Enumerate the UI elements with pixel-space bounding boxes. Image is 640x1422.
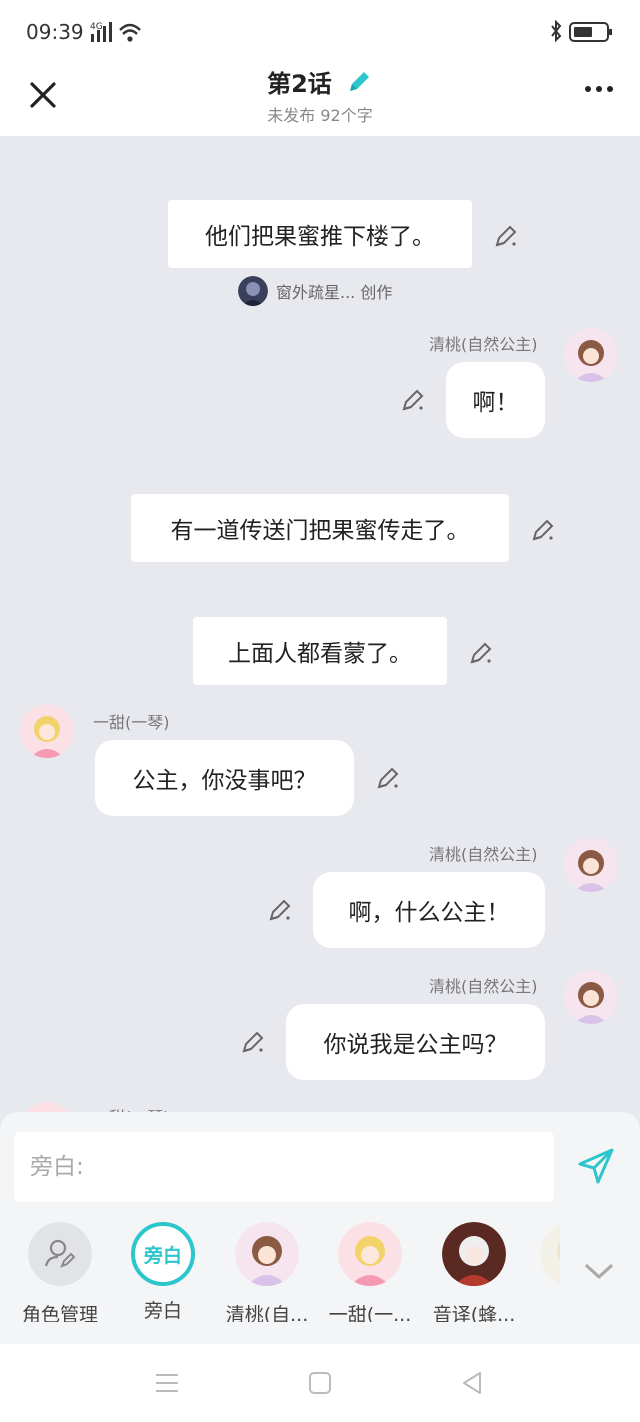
message-text: 有一道传送门把果蜜传走了。 — [170, 518, 470, 544]
message-text: 你说我是公主吗？ — [323, 1032, 508, 1058]
character-avatar — [338, 1222, 402, 1286]
avatar[interactable] — [20, 704, 74, 758]
role-character[interactable]: 莹 — [522, 1222, 560, 1322]
speaker-name: 一甜(一琴) — [93, 713, 170, 732]
role-label: 一甜(一... — [328, 1304, 412, 1322]
message-text: 他们把果蜜推下楼了。 — [205, 224, 435, 250]
avatar[interactable] — [564, 328, 618, 382]
edit-pencil-icon[interactable] — [493, 223, 519, 249]
avatar[interactable] — [564, 838, 618, 892]
more-icon[interactable] — [584, 82, 614, 96]
message-text: 啊，什么公主！ — [348, 900, 510, 926]
role-manage[interactable]: 角色管理 — [10, 1222, 110, 1322]
signal-icon: 4G — [90, 22, 141, 42]
speaker-name: 清桃(自然公主) — [429, 977, 538, 996]
chevron-down-icon[interactable] — [584, 1262, 614, 1282]
speaker-name: 清桃(自然公主) — [429, 845, 538, 864]
edit-pencil-icon[interactable] — [375, 765, 401, 791]
narration-bubble[interactable]: 他们把果蜜推下楼了。 — [168, 200, 472, 268]
speaker-name: 清桃(自然公主) — [429, 335, 538, 354]
role-label: 旁白 — [143, 1300, 182, 1322]
message-bubble[interactable]: 啊，什么公主！ — [313, 872, 545, 948]
edit-title-icon[interactable] — [345, 68, 373, 96]
chat-area[interactable]: 他们把果蜜推下楼了。 窗外疏星... 创作 清桃(自然公主) 啊！ 有一道传送门… — [0, 136, 640, 1114]
network-type: 4G — [90, 22, 103, 32]
narrator-icon-text: 旁白 — [143, 1244, 182, 1267]
home-icon[interactable] — [307, 1370, 333, 1396]
character-avatar — [540, 1224, 560, 1284]
character-avatar — [442, 1222, 506, 1286]
message-bubble[interactable]: 啊！ — [446, 362, 545, 438]
edit-pencil-icon[interactable] — [400, 387, 426, 413]
message-bubble[interactable]: 公主，你没事吧？ — [95, 740, 354, 816]
role-label: 清桃(自... — [225, 1304, 309, 1322]
role-label: 角色管理 — [21, 1304, 98, 1322]
edit-pencil-icon[interactable] — [267, 897, 293, 923]
word-count: 未发布 92个字 — [267, 106, 373, 125]
composer-panel: 角色管理 旁白 旁白 清桃(自... 一甜(一... 音译(蜂... — [0, 1112, 640, 1344]
send-icon[interactable] — [576, 1146, 616, 1186]
author-name: 窗外疏星... 创作 — [276, 283, 393, 302]
message-text: 上面人都看蒙了。 — [228, 641, 412, 667]
role-character[interactable]: 一甜(一... — [320, 1222, 420, 1322]
role-character[interactable]: 清桃(自... — [217, 1222, 317, 1322]
author-avatar — [238, 276, 268, 306]
battery-icon — [551, 19, 612, 43]
narration-bubble[interactable]: 有一道传送门把果蜜传走了。 — [131, 494, 509, 562]
message-text: 啊！ — [472, 390, 519, 416]
menu-icon[interactable] — [154, 1370, 180, 1396]
message-bubble[interactable]: 你说我是公主吗？ — [286, 1004, 545, 1080]
author-credit[interactable]: 窗外疏星... 创作 — [238, 276, 392, 306]
edit-pencil-icon[interactable] — [530, 517, 556, 543]
edit-pencil-icon[interactable] — [240, 1029, 266, 1055]
message-input[interactable] — [14, 1132, 554, 1202]
status-bar: 09:39 4G — [0, 0, 640, 60]
role-label: 莹 — [522, 1300, 560, 1322]
title-area: 第2话 — [0, 64, 640, 99]
avatar[interactable] — [564, 970, 618, 1024]
role-character[interactable]: 音译(蜂... — [424, 1222, 524, 1322]
role-selector: 角色管理 旁白 旁白 清桃(自... 一甜(一... 音译(蜂... — [0, 1222, 560, 1322]
narration-bubble[interactable]: 上面人都看蒙了。 — [193, 617, 447, 685]
message-text: 公主，你没事吧？ — [132, 768, 317, 794]
header: 第2话 未发布 92个字 — [0, 60, 640, 136]
back-icon[interactable] — [460, 1370, 486, 1396]
page-title: 第2话 — [267, 70, 332, 98]
narrator-icon: 旁白 — [131, 1222, 195, 1286]
user-edit-icon — [28, 1222, 92, 1286]
character-avatar — [235, 1222, 299, 1286]
role-narrator[interactable]: 旁白 旁白 — [113, 1222, 213, 1322]
edit-pencil-icon[interactable] — [468, 640, 494, 666]
system-nav-bar — [0, 1344, 640, 1422]
role-label: 音译(蜂... — [432, 1304, 516, 1322]
message-input-box[interactable] — [14, 1132, 554, 1202]
status-time: 09:39 — [26, 20, 84, 44]
